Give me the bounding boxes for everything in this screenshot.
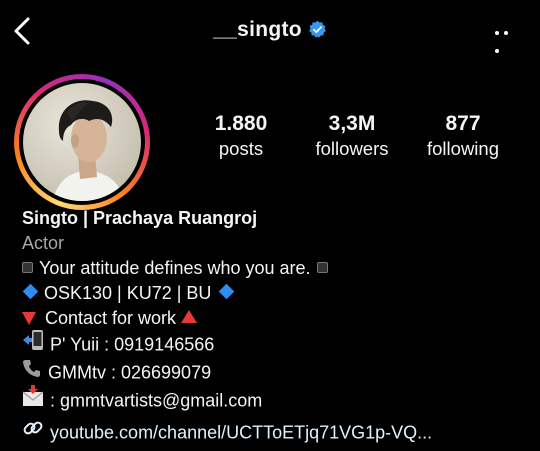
profile-bio: Singto | Prachaya Ruangroj Actor Your at… bbox=[22, 206, 532, 448]
black-square-icon bbox=[316, 261, 328, 273]
bio-text: P' Yuii : 0919146566 bbox=[50, 334, 215, 355]
bio-text: Contact for work bbox=[45, 308, 177, 328]
stat-followers[interactable]: 3,3M followers bbox=[305, 112, 399, 162]
profile-header: __singto bbox=[0, 0, 540, 64]
blue-diamond-icon bbox=[22, 283, 39, 300]
stat-following[interactable]: 877 following bbox=[415, 112, 511, 162]
category-label: Actor bbox=[22, 233, 65, 253]
following-label: following bbox=[427, 138, 499, 159]
followers-label: followers bbox=[315, 138, 389, 159]
link-icon bbox=[22, 417, 44, 446]
profile-photo bbox=[53, 100, 125, 201]
black-square-icon bbox=[22, 261, 33, 273]
bio-link[interactable]: youtube.com/channel/UCTToETjq71VG1p-VQ..… bbox=[22, 419, 532, 448]
blue-diamond-icon bbox=[219, 283, 235, 300]
username: __singto bbox=[213, 18, 302, 41]
bio-line: Your attitude defines who you are. bbox=[22, 256, 532, 281]
bio-line: OSK130 | KU72 | BU bbox=[22, 281, 532, 306]
bio-link-text[interactable]: youtube.com/channel/UCTToETjq71VG1p-VQ..… bbox=[50, 422, 432, 442]
incoming-envelope-icon bbox=[22, 385, 44, 414]
bio-text: Your attitude defines who you are. bbox=[39, 258, 311, 278]
bio-text: OSK130 | KU72 | BU bbox=[44, 283, 212, 303]
full-name: Singto | Prachaya Ruangroj bbox=[22, 208, 258, 228]
telephone-receiver-icon bbox=[22, 358, 42, 385]
more-options-button[interactable] bbox=[492, 22, 518, 53]
bio-line: P' Yuii : 0919146566 bbox=[22, 329, 532, 360]
username-title: __singto bbox=[0, 18, 540, 42]
story-ring[interactable] bbox=[14, 74, 150, 210]
bio-line: : gmmtvartists@gmail.com bbox=[22, 385, 532, 416]
avatar[interactable] bbox=[23, 83, 141, 201]
posts-count: 1.880 bbox=[214, 112, 268, 135]
red-triangle-up-icon bbox=[181, 309, 198, 323]
verified-badge-icon bbox=[308, 20, 327, 39]
more-horizontal-icon bbox=[492, 22, 518, 58]
bio-line: Contact for work bbox=[22, 306, 532, 331]
red-triangle-down-icon bbox=[22, 311, 36, 325]
stat-posts[interactable]: 1.880 posts bbox=[200, 112, 282, 162]
followers-count: 3,3M bbox=[328, 112, 376, 135]
bio-text: GMMtv : 026699079 bbox=[48, 362, 212, 383]
posts-label: posts bbox=[218, 138, 264, 159]
bio-line: GMMtv : 026699079 bbox=[22, 360, 532, 387]
mobile-phone-arrow-icon bbox=[22, 329, 44, 358]
following-count: 877 bbox=[445, 112, 481, 135]
bio-text: : gmmtvartists@gmail.com bbox=[50, 390, 263, 411]
